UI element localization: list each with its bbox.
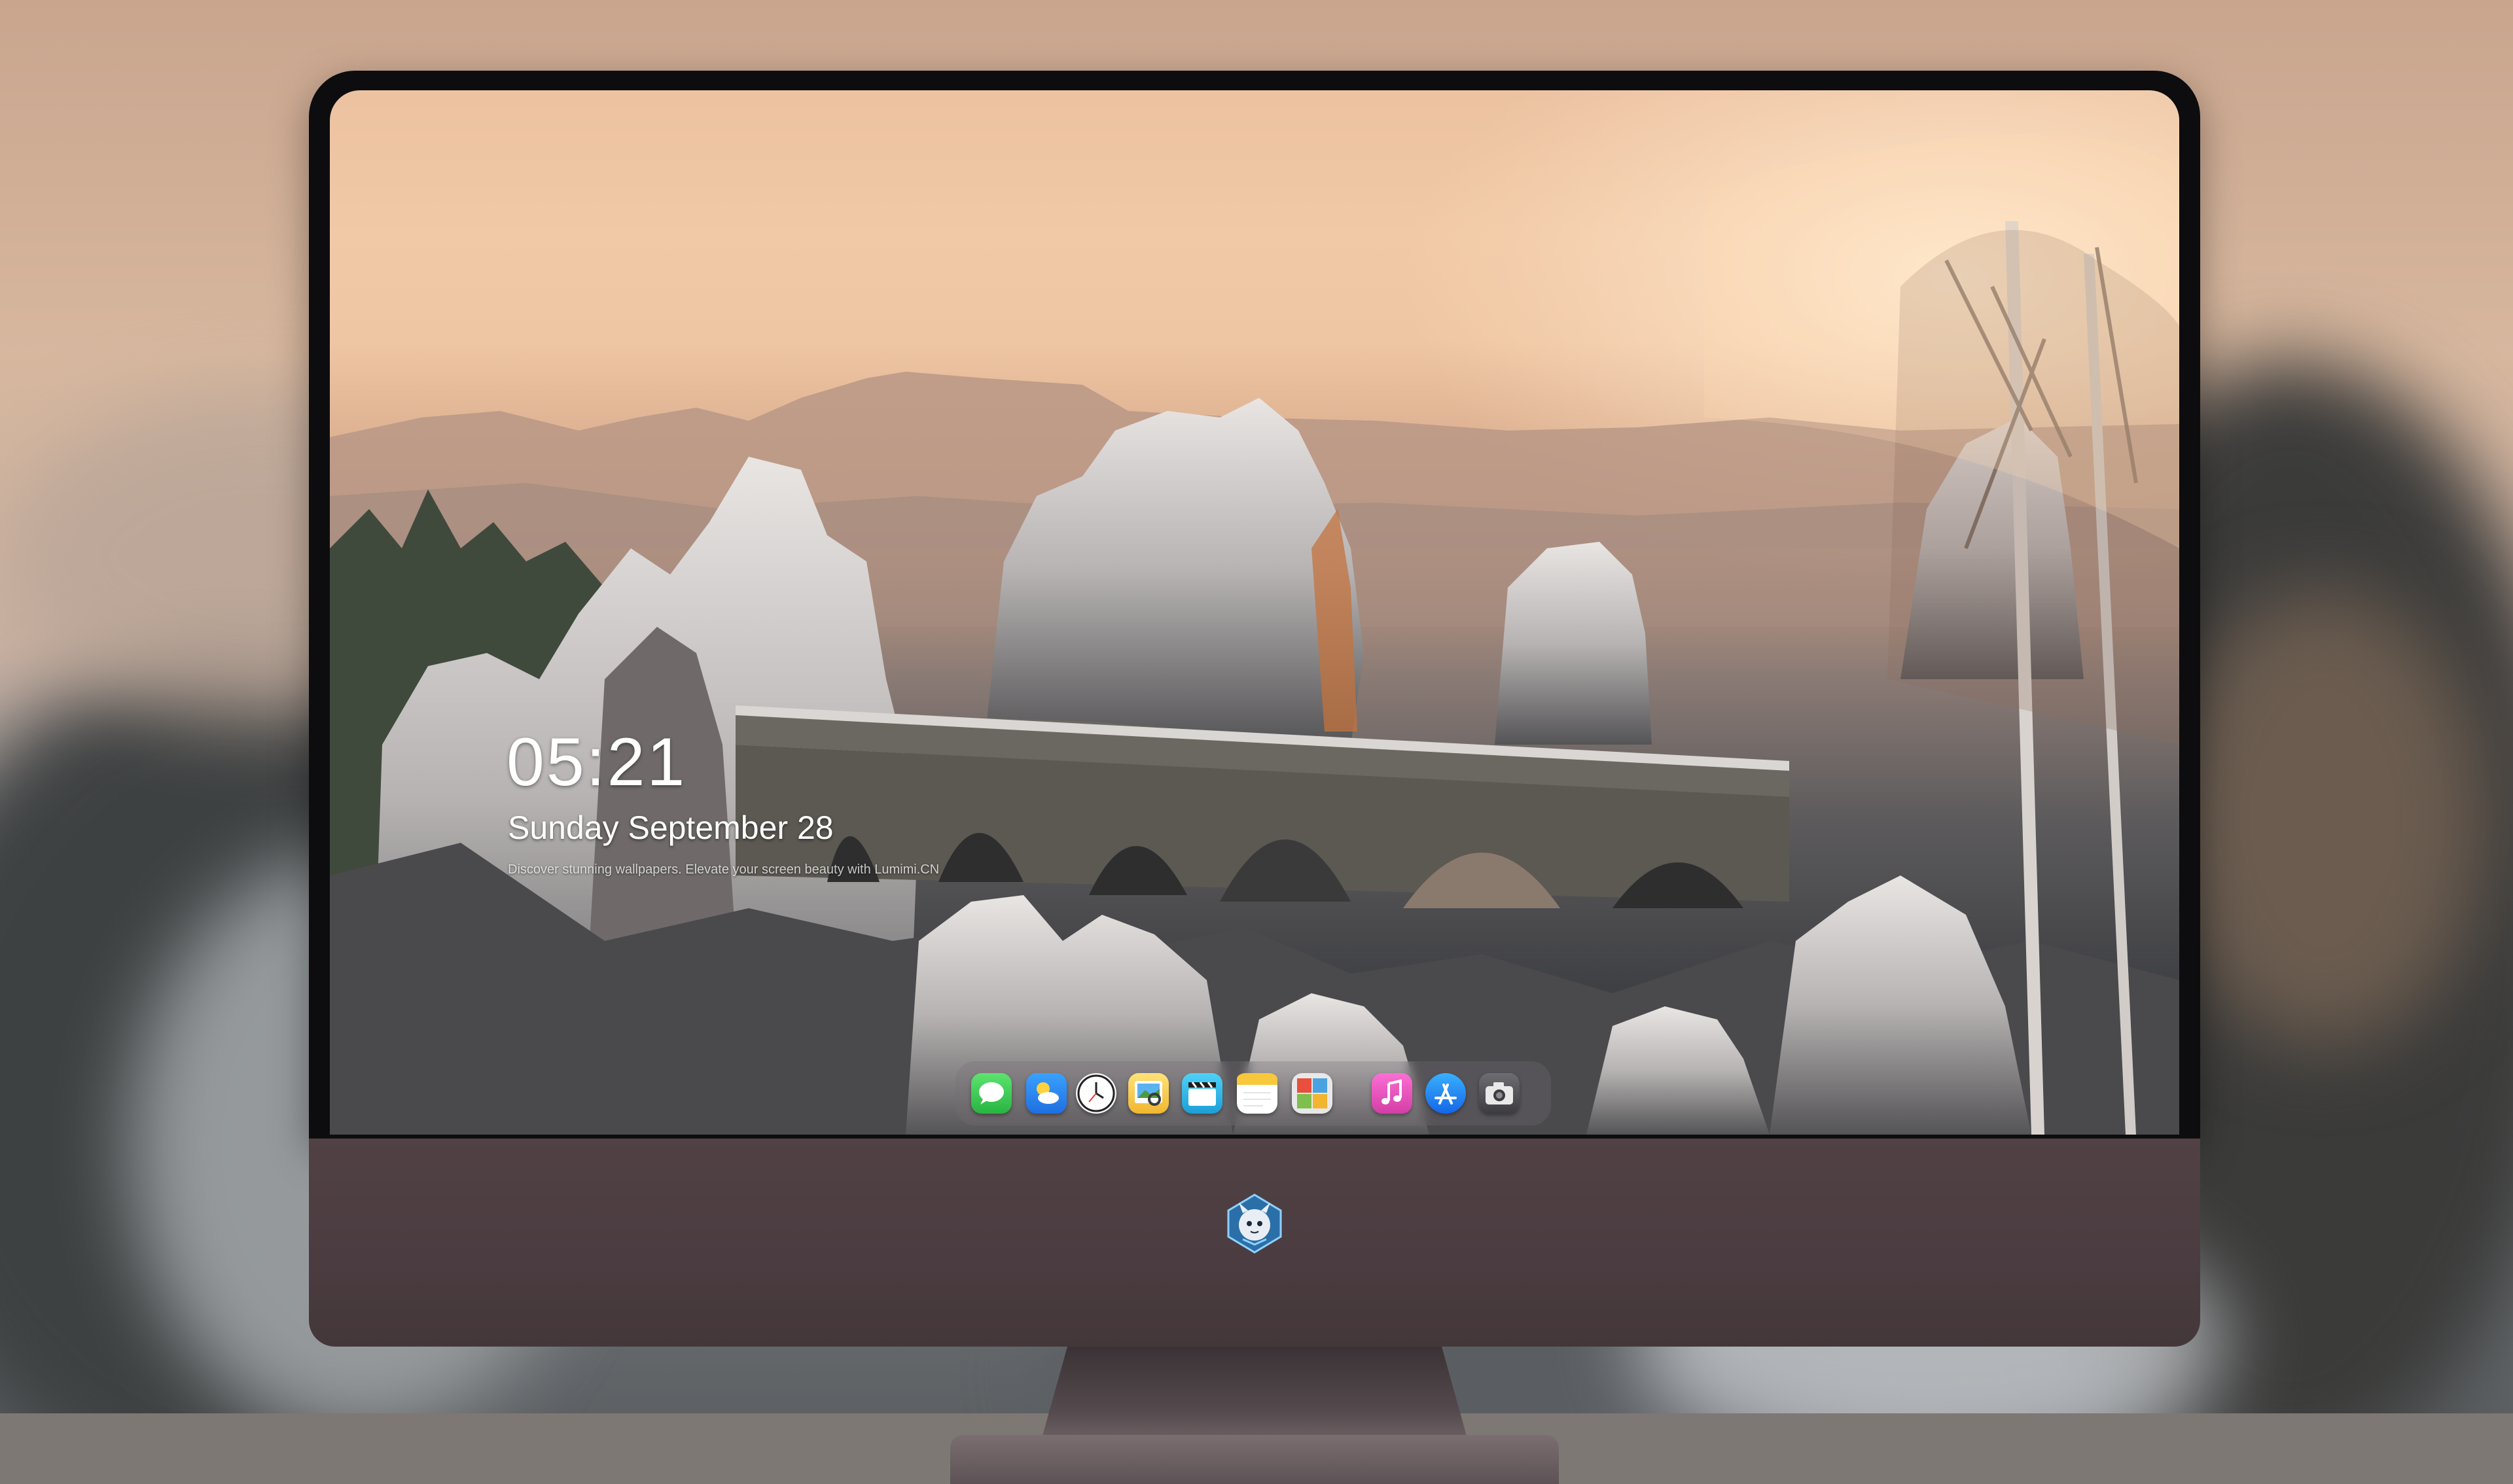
- monitor-stand: [1042, 1347, 1467, 1438]
- mascot-logo-icon: [1227, 1193, 1282, 1254]
- claquette-icon[interactable]: [1182, 1073, 1222, 1114]
- monitor-stand-base: [950, 1435, 1559, 1484]
- music-icon[interactable]: [1372, 1073, 1412, 1114]
- desktop-screen: 05:21 Sunday September 28 Discover stunn…: [330, 90, 2179, 1135]
- clock-icon[interactable]: [1076, 1073, 1116, 1114]
- app-store-icon[interactable]: [1425, 1073, 1466, 1114]
- monitor: 05:21 Sunday September 28 Discover stunn…: [309, 71, 2200, 1484]
- lock-screen-tagline: Discover stunning wallpapers. Elevate yo…: [508, 862, 940, 877]
- monitor-bezel: 05:21 Sunday September 28 Discover stunn…: [309, 71, 2200, 1139]
- weather-icon[interactable]: [1026, 1073, 1067, 1114]
- monitor-chin: [309, 1139, 2200, 1347]
- dock: [955, 1061, 1551, 1125]
- lock-screen-date: Sunday September 28: [508, 809, 834, 846]
- wallpaper: [330, 90, 2179, 1135]
- lock-screen-time: 05:21: [507, 724, 687, 800]
- notes-icon[interactable]: [1237, 1073, 1277, 1114]
- camera-icon[interactable]: [1479, 1073, 1520, 1114]
- preview-icon[interactable]: [1128, 1073, 1169, 1114]
- photo-booth-icon[interactable]: [1292, 1073, 1332, 1114]
- messages-icon[interactable]: [971, 1073, 1012, 1114]
